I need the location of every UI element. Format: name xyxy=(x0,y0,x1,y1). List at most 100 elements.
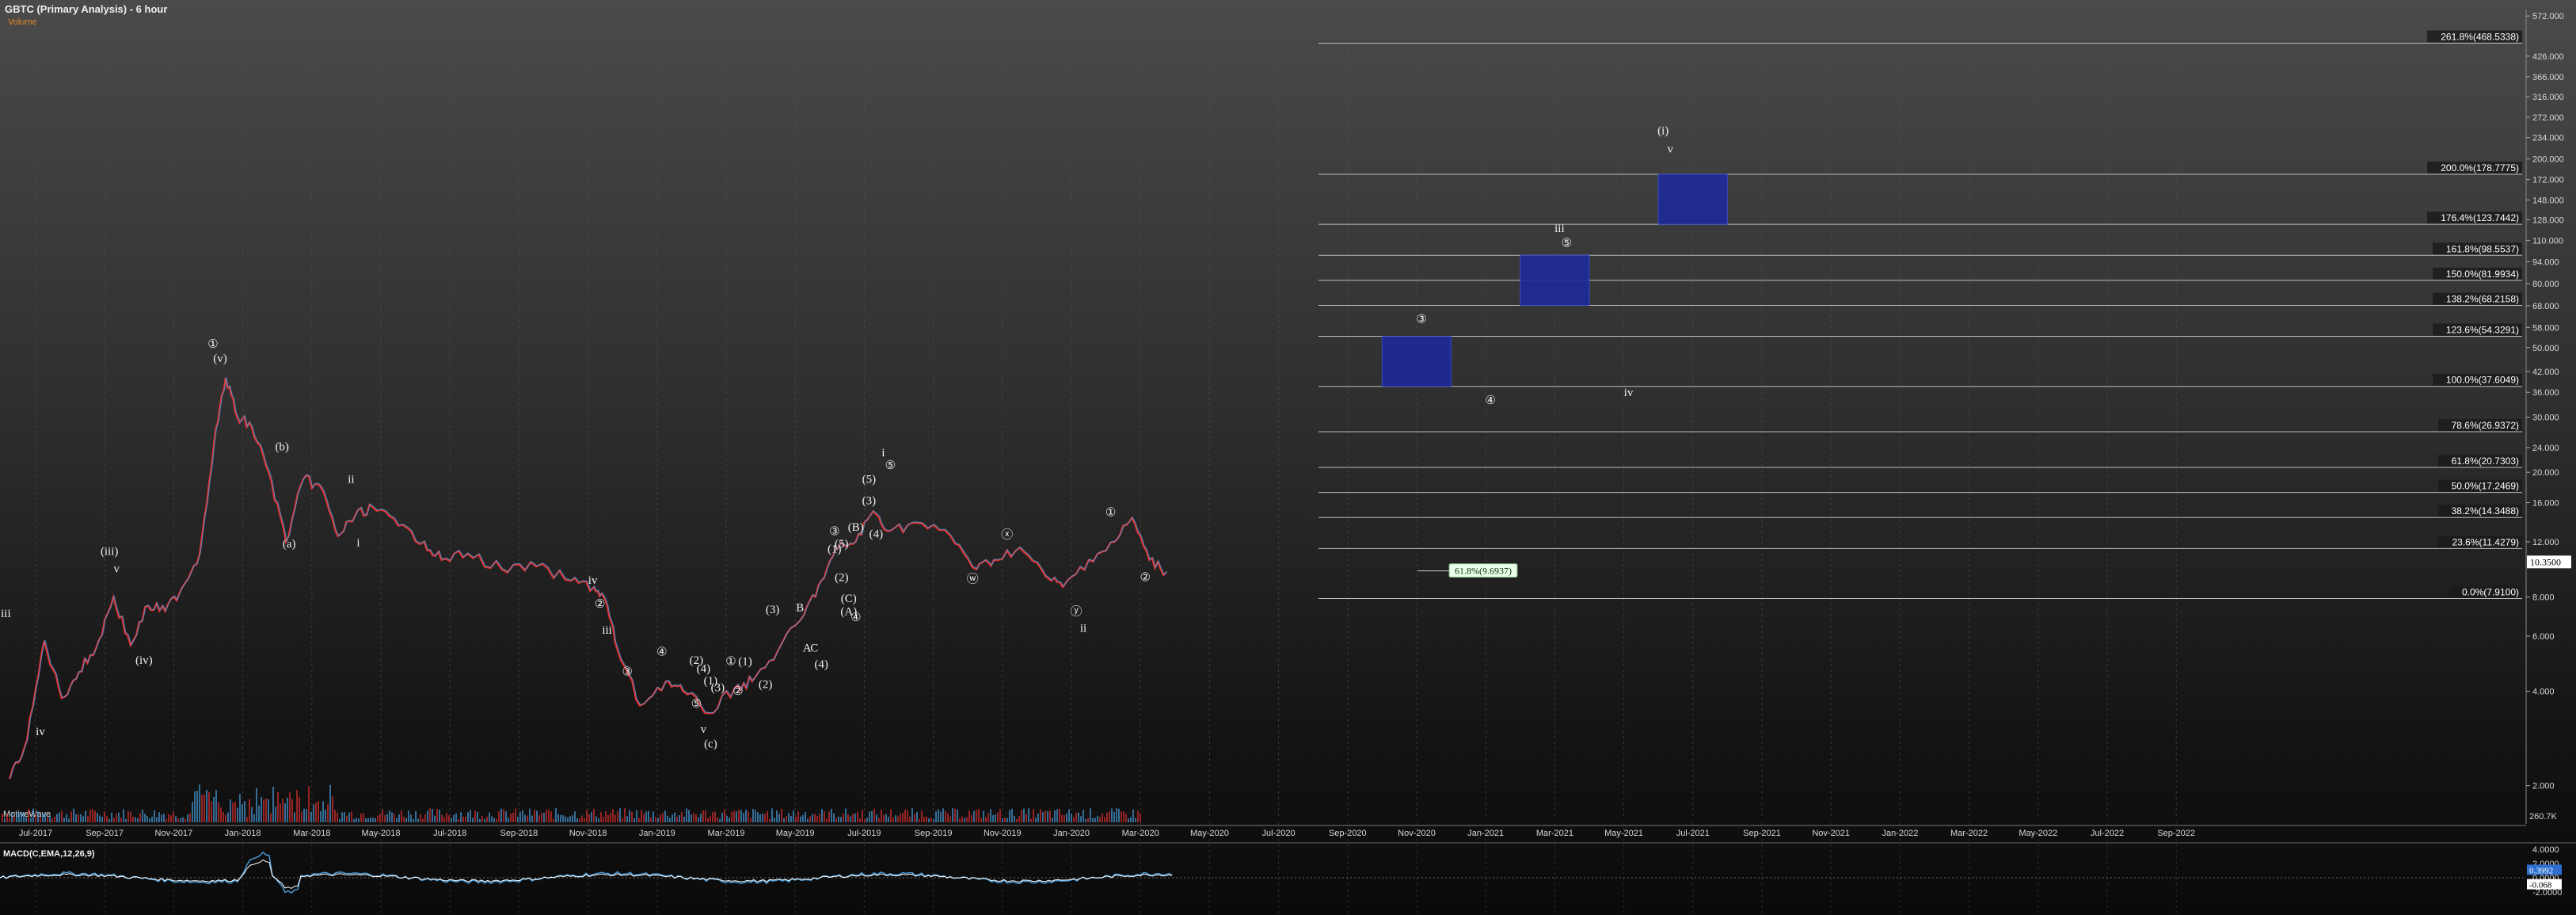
macd-tick-label: 4.0000 xyxy=(2532,845,2559,855)
volume-bar xyxy=(888,816,889,822)
month-label: Mar-2021 xyxy=(1536,829,1573,838)
volume-bar xyxy=(1068,809,1070,822)
volume-bar xyxy=(44,813,46,822)
volume-bar xyxy=(308,786,310,822)
volume-bar xyxy=(408,810,409,822)
volume-bar xyxy=(448,815,450,822)
fib-level-label: 100.0%(37.6049) xyxy=(2446,375,2519,386)
volume-bar xyxy=(843,813,844,822)
volume-bar xyxy=(793,810,794,822)
volume-bar xyxy=(496,818,497,822)
volume-bar xyxy=(270,813,272,822)
price-tick-label: 172.000 xyxy=(2532,176,2564,185)
volume-bar xyxy=(800,816,801,822)
volume-bar xyxy=(1056,809,1058,822)
month-label: Mar-2019 xyxy=(707,829,744,838)
wave-label: (b) xyxy=(275,440,289,453)
volume-bar xyxy=(417,818,419,822)
volume-bar xyxy=(546,810,547,822)
volume-bar xyxy=(296,790,298,822)
volume-bar xyxy=(928,818,930,822)
volume-bar xyxy=(572,815,573,822)
volume-bar xyxy=(135,817,136,822)
volume-bar xyxy=(517,816,519,822)
fib-level-label: 150.0%(81.9934) xyxy=(2446,269,2519,280)
volume-bar xyxy=(945,810,946,822)
volume-bar xyxy=(1014,815,1015,822)
volume-bar xyxy=(648,810,649,822)
volume-bar xyxy=(139,813,141,822)
volume-bar xyxy=(593,809,595,822)
price-tick-label: 2.000 xyxy=(2532,782,2555,791)
volume-bar xyxy=(1052,818,1053,822)
volume-bar xyxy=(201,795,203,822)
volume-bar xyxy=(914,814,915,822)
volume-bar xyxy=(821,809,823,822)
volume-bar xyxy=(1054,810,1056,822)
volume-bar xyxy=(351,811,352,822)
volume-bar xyxy=(375,818,376,822)
volume-bar xyxy=(265,798,267,822)
fib-level-label: 176.4%(123.7442) xyxy=(2441,212,2519,223)
volume-bar xyxy=(631,811,633,822)
wave-label: ③ xyxy=(1416,313,1426,326)
volume-bar xyxy=(249,799,250,822)
wave-label: (c) xyxy=(704,738,717,750)
volume-bar xyxy=(847,814,849,822)
volume-bar xyxy=(527,815,528,822)
volume-bar xyxy=(154,810,155,822)
wave-label: (3) xyxy=(711,682,725,695)
volume-bar xyxy=(137,818,139,822)
volume-bar xyxy=(320,810,322,822)
price-chart[interactable]: 572.000 426.000 366.000 316.000 272.000 234.0… xyxy=(0,0,2576,915)
fib-level-label: 261.8%(468.5338) xyxy=(2441,31,2519,42)
volume-bar xyxy=(850,816,851,822)
volume-bar xyxy=(1125,814,1127,822)
volume-bar xyxy=(116,814,117,822)
volume-bar xyxy=(524,814,526,822)
retrace-label: 61.8%(9.6937) xyxy=(1455,566,1512,577)
volume-bar xyxy=(493,818,495,822)
volume-bar xyxy=(1123,811,1124,822)
macd-signal-line xyxy=(0,860,1173,889)
volume-bar xyxy=(638,818,640,822)
volume-bar xyxy=(1021,810,1022,822)
volume-bar xyxy=(211,801,212,822)
volume-bar xyxy=(605,811,607,822)
volume-bar xyxy=(258,805,260,822)
volume-bar xyxy=(173,810,174,822)
volume-bar xyxy=(710,816,711,822)
volume-bar xyxy=(474,810,476,822)
volume-bar xyxy=(752,809,754,822)
volume-bar xyxy=(664,810,666,822)
volume-bar xyxy=(253,814,255,822)
month-label: Jul-2022 xyxy=(2091,829,2124,838)
volume-bar xyxy=(786,815,787,822)
volume-bar xyxy=(75,814,77,822)
volume-bar xyxy=(59,812,60,822)
volume-bar xyxy=(394,814,395,822)
volume-bar xyxy=(1071,814,1072,822)
month-label: Jul-2018 xyxy=(433,829,466,838)
volume-bar xyxy=(1080,816,1082,822)
volume-bar xyxy=(294,812,295,822)
volume-bar xyxy=(538,815,540,822)
volume-bar xyxy=(1047,810,1048,822)
volume-bar xyxy=(85,810,86,822)
wave-label: ii xyxy=(348,474,354,486)
volume-bar xyxy=(372,818,374,822)
volume-bar xyxy=(306,809,307,822)
volume-bar xyxy=(396,818,398,822)
wave-label: (3) xyxy=(766,604,780,616)
volume-bar xyxy=(1097,815,1098,822)
volume-bar xyxy=(2,814,3,822)
volume-bar xyxy=(930,817,932,822)
volume-bar xyxy=(25,817,27,822)
volume-bar xyxy=(897,816,899,822)
volume-bar xyxy=(1028,808,1029,822)
volume-bar xyxy=(857,811,858,822)
volume-bar xyxy=(938,809,939,822)
volume-bar xyxy=(783,818,785,822)
volume-bar xyxy=(600,812,602,822)
volume-bar xyxy=(246,817,248,822)
